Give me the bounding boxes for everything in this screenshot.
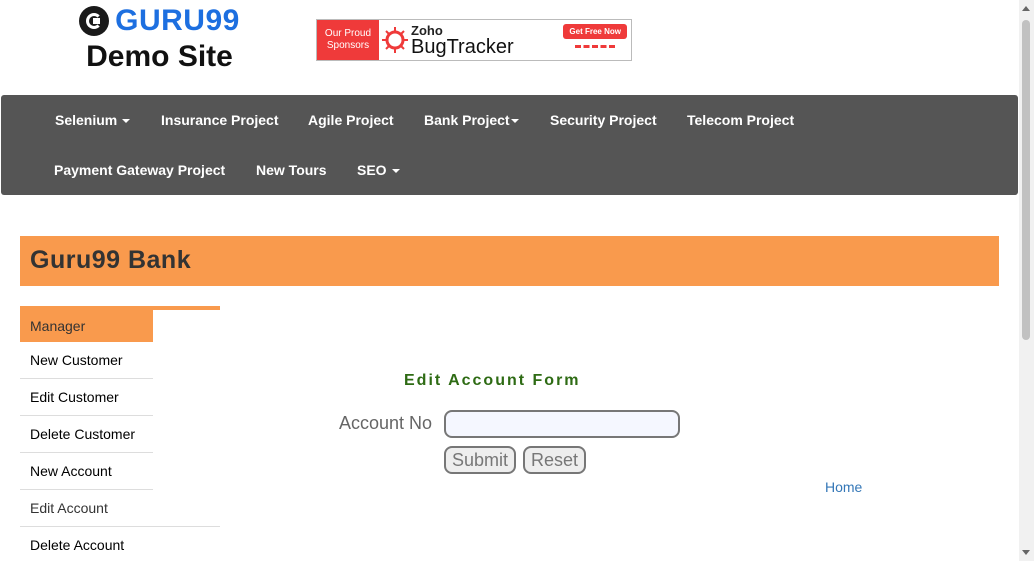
nav-insurance[interactable]: Insurance Project <box>161 112 279 128</box>
caret-down-icon <box>122 119 131 124</box>
get-free-now-button[interactable]: Get Free Now <box>563 24 627 39</box>
form-title: Edit Account Form <box>404 372 581 389</box>
nav-bank-label: Bank Project <box>424 112 510 128</box>
site-logo[interactable]: GURU99 Demo Site <box>72 4 247 74</box>
account-no-label: Account No <box>339 413 433 433</box>
caret-down-icon <box>391 169 400 174</box>
home-link[interactable]: Home <box>825 479 862 495</box>
banner-sponsor-label: Our Proud Sponsors <box>317 20 379 60</box>
banner-cta[interactable]: Get Free Now <box>563 20 627 60</box>
scroll-down-icon[interactable] <box>1022 550 1030 555</box>
banner-line1: Our Proud <box>324 28 372 39</box>
logo-word: GURU99 <box>115 4 240 37</box>
sidebar-item-delete-account[interactable]: Delete Account <box>20 527 220 564</box>
nav-new-tours[interactable]: New Tours <box>256 162 327 178</box>
sidebar-menu: Manager New Customer Edit Customer Delet… <box>20 306 220 564</box>
logo-subtitle: Demo Site <box>86 40 233 73</box>
banner-bugtracker: BugTracker <box>411 35 514 58</box>
reset-button[interactable]: Reset <box>523 446 587 474</box>
sidebar-item-delete-customer[interactable]: Delete Customer <box>20 416 153 453</box>
bank-title: Guru99 Bank <box>30 246 192 274</box>
nav-selenium-label: Selenium <box>55 112 118 128</box>
sidebar-item-manager[interactable]: Manager <box>20 310 153 342</box>
sidebar-item-edit-customer[interactable]: Edit Customer <box>20 379 153 416</box>
nav-seo-label: SEO <box>357 162 387 178</box>
page-scrollbar[interactable] <box>1019 0 1034 561</box>
scroll-up-icon[interactable] <box>1022 6 1030 11</box>
nav-bank[interactable]: Bank Project <box>424 112 519 128</box>
nav-security[interactable]: Security Project <box>550 112 657 128</box>
submit-button[interactable]: Submit <box>444 446 517 474</box>
sidebar-item-new-customer[interactable]: New Customer <box>20 342 153 379</box>
bank-header: Guru99 Bank <box>20 236 999 286</box>
nav-agile[interactable]: Agile Project <box>308 112 394 128</box>
banner-line2: Sponsors <box>326 40 370 51</box>
nav-payment-gateway[interactable]: Payment Gateway Project <box>54 162 225 178</box>
sponsor-banner[interactable]: Our Proud Sponsors Zoho BugTracker Get F… <box>316 19 632 61</box>
banner-dash-arrow <box>575 45 616 48</box>
sidebar-item-edit-account[interactable]: Edit Account <box>20 490 220 527</box>
banner-zoho: Zoho <box>411 22 443 38</box>
nav-telecom[interactable]: Telecom Project <box>687 112 794 128</box>
main-nav: Selenium Insurance Project Agile Project… <box>1 95 1018 195</box>
banner-brand: Zoho BugTracker <box>411 20 514 60</box>
bug-gear-icon <box>379 20 411 60</box>
account-no-input[interactable] <box>444 410 680 438</box>
guru99-logo-icon <box>79 6 110 36</box>
sidebar-item-new-account[interactable]: New Account <box>20 453 153 490</box>
caret-down-icon <box>510 119 519 124</box>
nav-seo[interactable]: SEO <box>357 162 400 178</box>
nav-selenium[interactable]: Selenium <box>55 112 131 128</box>
scroll-thumb[interactable] <box>1022 20 1030 340</box>
